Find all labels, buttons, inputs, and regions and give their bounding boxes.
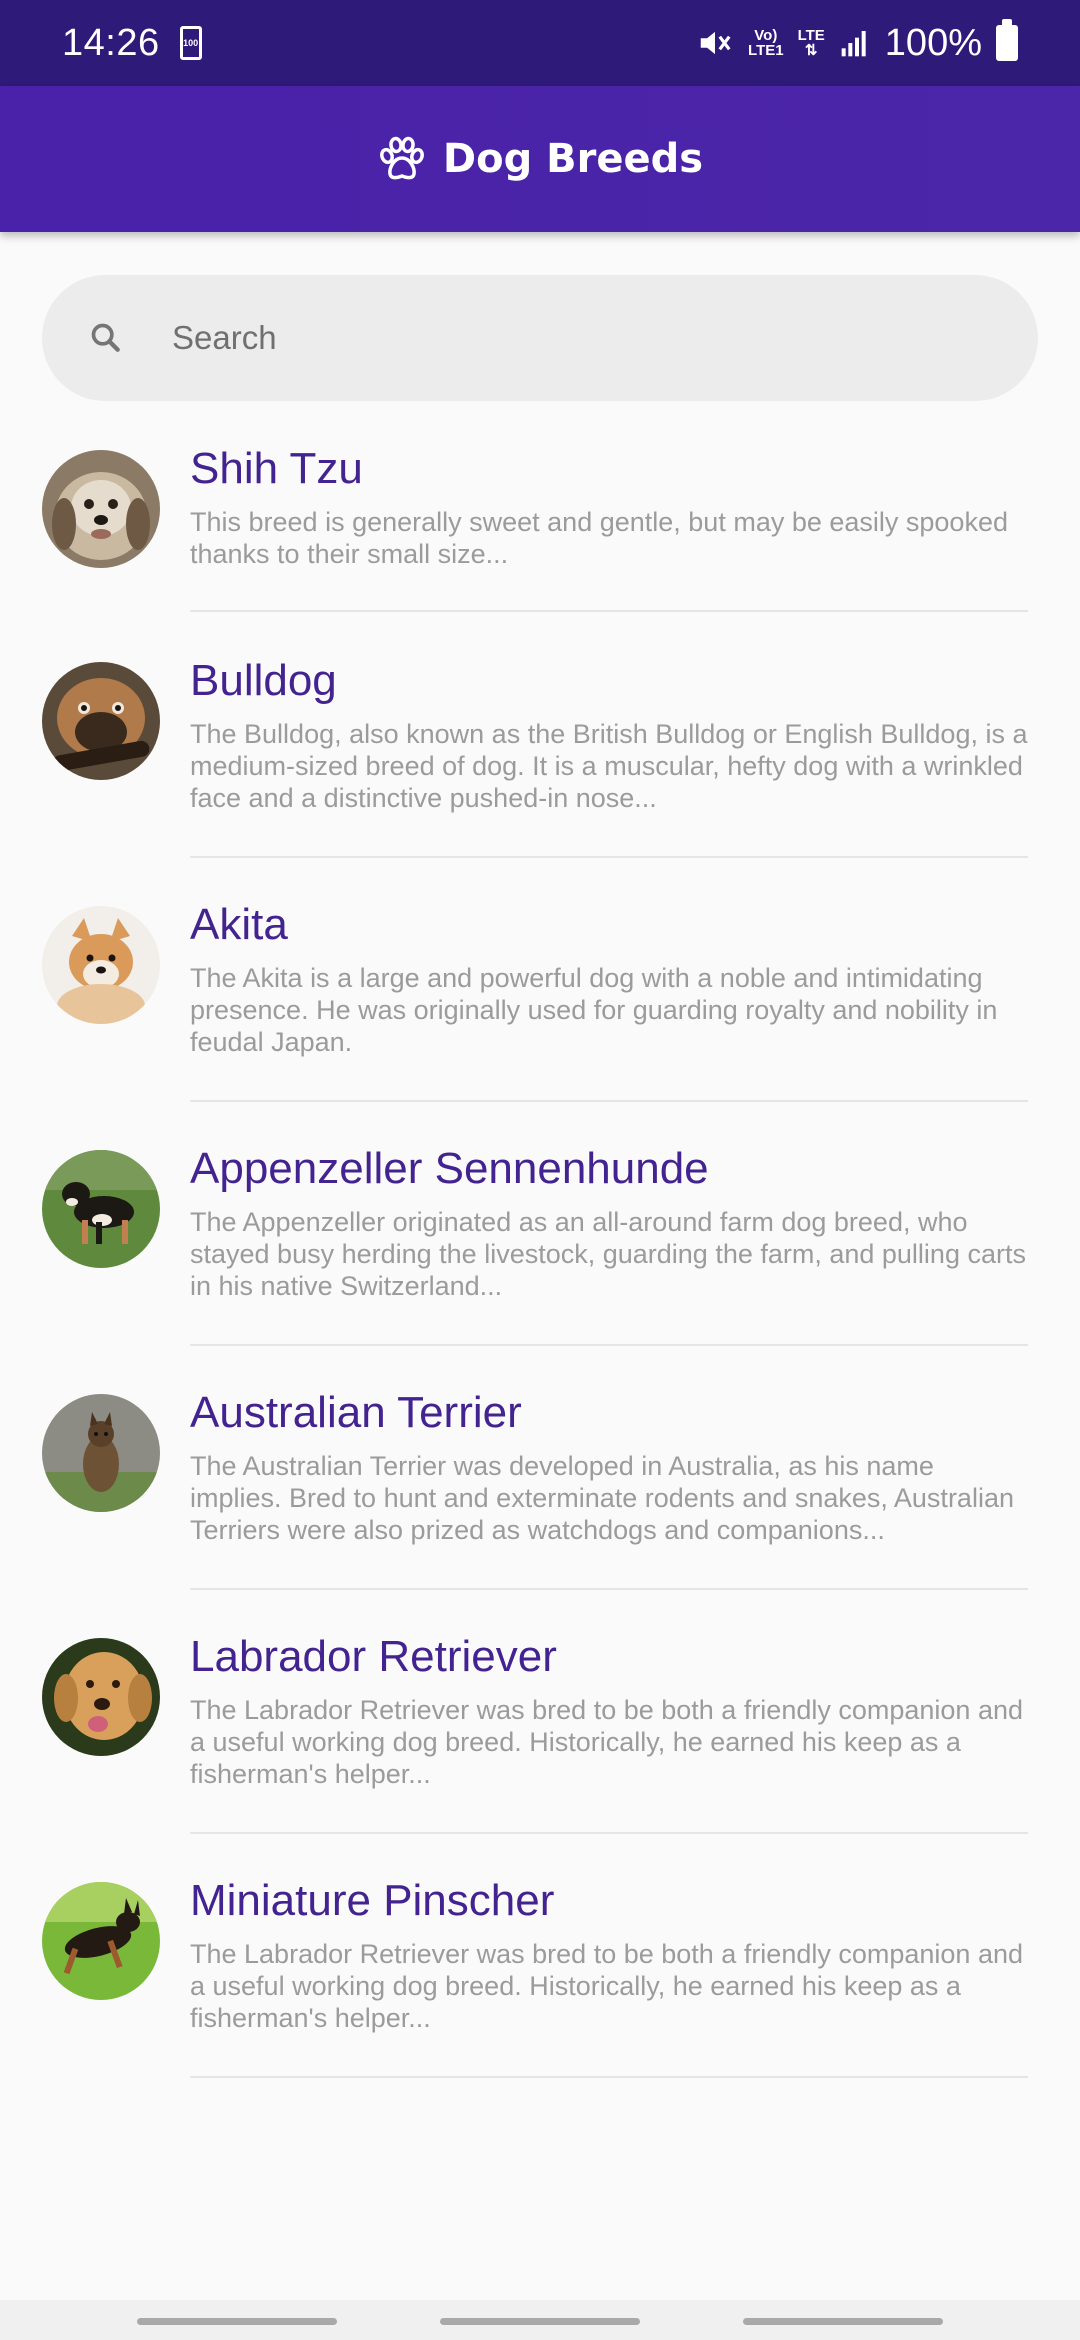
volte-indicator: Vo) LTE1: [748, 28, 784, 58]
nav-back-handle[interactable]: [743, 2318, 943, 2325]
status-time: 14:26: [62, 21, 160, 64]
avatar-labrador-retriever: [42, 1638, 160, 1756]
avatar-shih-tzu: [42, 450, 160, 568]
breed-name: Miniature Pinscher: [190, 1876, 555, 1925]
paw-icon: [379, 136, 424, 180]
nav-recents-handle[interactable]: [137, 2318, 337, 2325]
avatar-bulldog: [42, 662, 160, 780]
lte-label: LTE: [797, 27, 825, 44]
app-title-group: Dog Breeds: [377, 136, 703, 182]
status-bar: 14:26 100 Vo) LTE1 LTE ⇅ 100%: [0, 0, 1080, 86]
list-item[interactable]: Bulldog The Bulldog, also known as the B…: [0, 614, 1080, 858]
list-item[interactable]: Akita The Akita is a large and powerful …: [0, 858, 1080, 1102]
search-icon: [91, 323, 120, 352]
breed-name: Bulldog: [190, 656, 337, 705]
signal-icon: [841, 31, 866, 57]
breed-description: The Akita is a large and powerful dog wi…: [190, 963, 998, 1057]
volte-bottom-label: LTE1: [748, 42, 784, 59]
divider: [190, 610, 1028, 612]
breed-description: The Bulldog, also known as the British B…: [190, 719, 1028, 813]
search-input[interactable]: [170, 318, 970, 358]
avatar-australian-terrier: [42, 1394, 160, 1512]
breed-name: Australian Terrier: [190, 1388, 522, 1437]
breed-description: The Appenzeller originated as an all-aro…: [190, 1207, 1026, 1301]
avatar-appenzeller: [42, 1150, 160, 1268]
list-item[interactable]: Shih Tzu This breed is generally sweet a…: [0, 430, 1080, 614]
breed-description: The Labrador Retriever was bred to be bo…: [190, 1939, 1023, 2033]
avatar-akita: [42, 906, 160, 1024]
avatar-miniature-pinscher: [42, 1882, 160, 2000]
battery-saver-label: 100: [183, 38, 199, 48]
breed-name: Labrador Retriever: [190, 1632, 557, 1681]
list-item[interactable]: Miniature Pinscher The Labrador Retrieve…: [0, 1834, 1080, 2078]
battery-icon: [996, 19, 1018, 61]
data-arrows-icon: ⇅: [804, 42, 818, 59]
search-bar[interactable]: [42, 275, 1038, 401]
breed-name: Shih Tzu: [190, 444, 363, 493]
list-item[interactable]: Australian Terrier The Australian Terrie…: [0, 1346, 1080, 1590]
status-icons: Vo) LTE1 LTE ⇅ 100%: [696, 19, 1018, 65]
divider: [190, 2076, 1028, 2078]
app-title: Dog Breeds: [442, 136, 704, 182]
battery-saver-icon: 100: [179, 26, 202, 60]
lte-indicator: LTE ⇅: [798, 28, 825, 58]
breed-description: This breed is generally sweet and gentle…: [190, 507, 1008, 569]
battery-percent: 100%: [884, 21, 982, 64]
app-bar: Dog Breeds: [0, 86, 1080, 232]
breed-name: Akita: [190, 900, 288, 949]
breed-description: The Australian Terrier was developed in …: [190, 1451, 1014, 1545]
volte-top-label: Vo): [754, 27, 778, 44]
breed-description: The Labrador Retriever was bred to be bo…: [190, 1695, 1023, 1789]
list-item[interactable]: Labrador Retriever The Labrador Retrieve…: [0, 1590, 1080, 1834]
nav-home-handle[interactable]: [440, 2318, 640, 2325]
list-item[interactable]: Appenzeller Sennenhunde The Appenzeller …: [0, 1102, 1080, 1346]
navigation-bar: [0, 2300, 1080, 2340]
mute-icon: [700, 31, 731, 55]
breed-name: Appenzeller Sennenhunde: [190, 1144, 709, 1193]
